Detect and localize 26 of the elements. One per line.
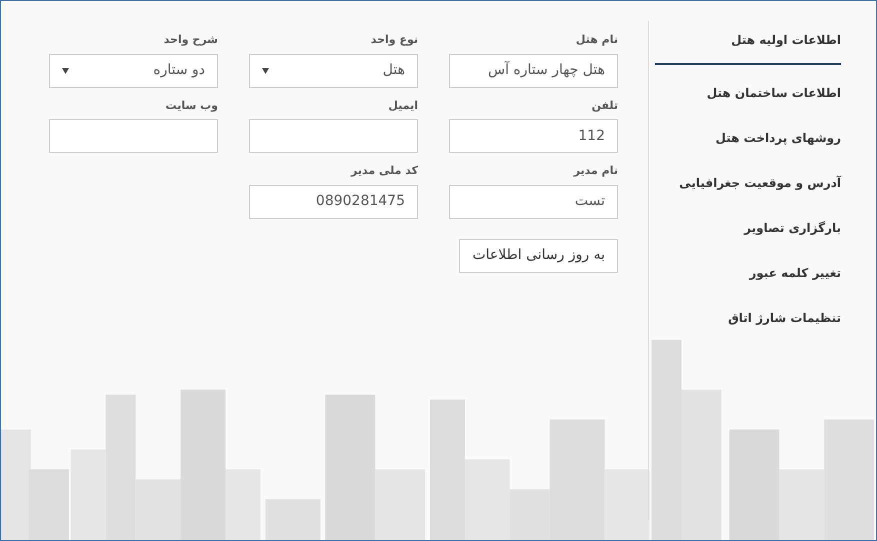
field-label: ایمیل <box>387 98 418 114</box>
caret-icon <box>62 68 69 74</box>
sidebar-item[interactable]: آدرس و موقعیت جغرافیایی <box>656 174 841 203</box>
text-field[interactable] <box>49 119 218 153</box>
text-field[interactable] <box>249 119 418 153</box>
text-field[interactable]: هتل چهار ستاره آس <box>449 54 618 88</box>
field-label: نام هتل <box>574 32 618 48</box>
text-field[interactable]: تست <box>449 184 618 218</box>
sidebar-item[interactable]: اطلاعات اولیه هتل <box>655 31 841 65</box>
sidebar-item[interactable]: بارگزاری تصاویر <box>656 219 841 248</box>
sidebar-item[interactable]: اطلاعات ساختمان هتل <box>656 84 841 113</box>
caret-icon <box>262 68 269 74</box>
sidebar-item[interactable]: روشهای پرداخت هتل <box>656 129 841 158</box>
field-label: شرح واحد <box>162 32 218 48</box>
dropdown-field[interactable]: هتل <box>249 54 418 88</box>
field-label: نوع واحد <box>370 32 418 48</box>
text-field[interactable]: 112 <box>449 119 618 153</box>
field-label: نام مدیر <box>572 163 618 179</box>
sidebar-item[interactable]: تغییر کلمه عبور <box>656 264 841 293</box>
field-label: وب سایت <box>164 98 218 114</box>
sidebar-item[interactable]: تنظیمات شارژ اتاق <box>656 309 841 338</box>
update-button[interactable]: به روز رسانی اطلاعات <box>459 238 618 272</box>
text-field[interactable]: 0890281475 <box>249 184 418 218</box>
field-label: کد ملی مدیر <box>350 163 418 179</box>
field-label: تلفن <box>590 98 618 114</box>
dropdown-field[interactable]: دو ستاره <box>49 54 218 88</box>
